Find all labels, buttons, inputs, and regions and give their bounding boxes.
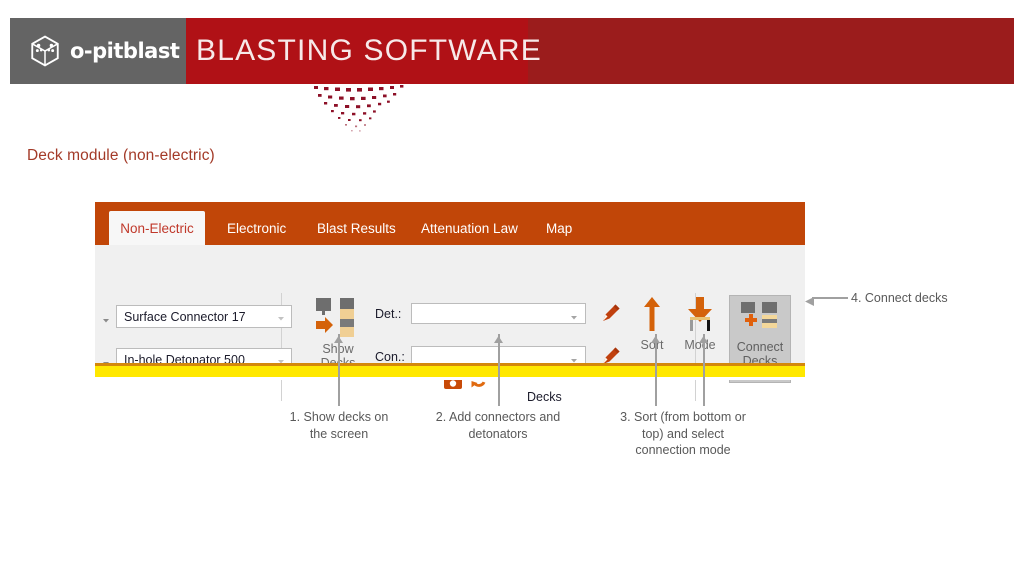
- mode-down-arrow-icon: [683, 295, 717, 335]
- callout-3-leader-mode: [703, 334, 705, 406]
- surface-connector-select[interactable]: Surface Connector 17: [116, 305, 292, 328]
- tabstrip: Non-Electric Electronic Blast Results At…: [95, 202, 805, 245]
- callout-4-arrowhead: [805, 293, 814, 306]
- callout-3-arrowhead-sort: [651, 330, 660, 343]
- tab-blast-results[interactable]: Blast Results: [303, 211, 410, 245]
- callout-2-text: 2. Add connectors and detonators: [418, 409, 578, 442]
- callout-4-leader: [812, 297, 848, 299]
- page-header: o-pitblast BLASTING SOFTWARE: [0, 18, 1024, 84]
- deck-module-panel: Non-Electric Electronic Blast Results At…: [95, 202, 805, 404]
- callout-1-leader: [338, 334, 340, 406]
- det-select[interactable]: [411, 303, 586, 324]
- tab-label: Blast Results: [317, 220, 396, 236]
- tab-label: Map: [546, 220, 573, 236]
- tab-label: Electronic: [227, 220, 287, 236]
- callout-3-text: 3. Sort (from bottom or top) and select …: [601, 409, 765, 459]
- chevron-down-icon[interactable]: [569, 309, 579, 319]
- callout-1-arrowhead: [334, 330, 343, 343]
- callout-1-text: 1. Show decks on the screen: [264, 409, 414, 442]
- callout-2-line1: 2. Add connectors and: [435, 410, 561, 424]
- status-bar: [95, 363, 805, 377]
- tab-electronic[interactable]: Electronic: [213, 211, 300, 245]
- chevron-down-icon[interactable]: [569, 352, 579, 362]
- callout-3-leader-sort: [655, 334, 657, 406]
- callout-2-leader: [498, 334, 500, 406]
- panel-bottom-edge: [95, 377, 805, 380]
- callout-4-text: 4. Connect decks: [851, 291, 948, 305]
- chevron-down-icon[interactable]: [276, 312, 286, 322]
- callout-3-line3: connection mode: [635, 443, 731, 457]
- det-label: Det.:: [375, 307, 402, 321]
- surface-connector-row: Surface Connector 17: [101, 305, 292, 328]
- tab-map[interactable]: Map: [532, 211, 586, 245]
- callout-2-line2: detonators: [468, 426, 528, 441]
- con-label: Con.:: [375, 350, 405, 364]
- det-edit-pencil-icon[interactable]: [599, 301, 623, 325]
- tab-non-electric[interactable]: Non-Electric: [109, 211, 205, 245]
- ribbon: Surface Connector 17 In-hole Detonator 5…: [95, 245, 805, 404]
- brand-name: o-pitblast: [70, 39, 180, 63]
- callout-3-arrowhead-mode: [699, 330, 708, 343]
- callout-3-line1: 3. Sort (from bottom or: [620, 410, 746, 424]
- brand-lockup: o-pitblast: [10, 18, 186, 84]
- sort-up-arrow-icon: [635, 295, 669, 335]
- connect-decks-caption-line1: Connect: [736, 340, 784, 354]
- tab-label: Non-Electric: [120, 220, 194, 236]
- decks-group-label: Decks: [527, 390, 562, 404]
- connect-decks-icon: [738, 301, 782, 337]
- tab-attenuation-law[interactable]: Attenuation Law: [407, 211, 532, 245]
- surface-connector-value: Surface Connector 17: [124, 309, 246, 324]
- page-title: BLASTING SOFTWARE: [196, 34, 542, 67]
- hexagon-cube-logo-icon: [28, 34, 62, 68]
- caret-down-icon[interactable]: [101, 312, 111, 322]
- callout-2-arrowhead: [494, 330, 503, 343]
- callout-1-line2: the screen: [309, 426, 369, 441]
- tab-label: Attenuation Law: [421, 220, 518, 236]
- section-heading: Deck module (non-electric): [27, 147, 215, 164]
- dotted-spray-graphic: [300, 84, 420, 140]
- callout-3-line2: top) and select: [642, 426, 724, 441]
- callout-1-line1: 1. Show decks on: [289, 410, 389, 424]
